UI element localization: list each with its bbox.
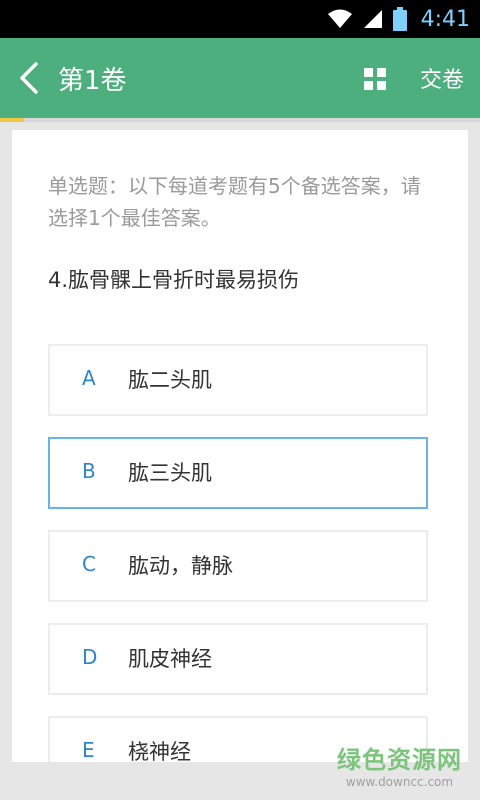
option-letter: B bbox=[82, 459, 96, 483]
question-card: 单选题：以下每道考题有5个备选答案，请选择1个最佳答案。 4.肱骨髁上骨折时最易… bbox=[12, 130, 468, 762]
option-b[interactable]: B 肱三头肌 bbox=[48, 437, 428, 509]
option-d[interactable]: D 肌皮神经 bbox=[48, 623, 428, 695]
watermark-main: 绿色资源网 bbox=[337, 746, 462, 774]
status-icons: 4:41 bbox=[327, 0, 470, 38]
grid-button[interactable] bbox=[362, 66, 388, 92]
option-text: 肱三头肌 bbox=[128, 461, 212, 485]
option-letter: D bbox=[82, 645, 98, 669]
app-bar: 第1卷 交卷 bbox=[0, 38, 480, 118]
grid-icon bbox=[364, 68, 386, 90]
option-letter: E bbox=[82, 738, 95, 762]
option-text: 肌皮神经 bbox=[128, 647, 212, 671]
watermark: 绿色资源网 www.downcc.com bbox=[337, 740, 462, 789]
instruction-text: 单选题：以下每道考题有5个备选答案，请选择1个最佳答案。 bbox=[48, 174, 421, 230]
watermark-sub: www.downcc.com bbox=[345, 775, 454, 789]
page-title: 第1卷 bbox=[58, 66, 127, 96]
option-letter: C bbox=[82, 552, 96, 576]
question-text: 4.肱骨髁上骨折时最易损伤 bbox=[48, 268, 300, 292]
submit-button[interactable]: 交卷 bbox=[420, 62, 464, 94]
option-text: 桡神经 bbox=[128, 740, 191, 762]
battery-icon bbox=[392, 7, 407, 31]
option-c[interactable]: C 肱动，静脉 bbox=[48, 530, 428, 602]
wifi-icon bbox=[327, 9, 352, 28]
back-arrow-icon bbox=[20, 62, 38, 94]
option-text: 肱动，静脉 bbox=[128, 554, 233, 578]
progress-fill bbox=[0, 118, 24, 122]
progress-track bbox=[0, 118, 480, 122]
signal-icon bbox=[363, 10, 382, 28]
back-button[interactable] bbox=[12, 56, 52, 100]
option-letter: A bbox=[82, 366, 96, 390]
option-text: 肱二头肌 bbox=[128, 368, 212, 392]
status-bar: 4:41 bbox=[0, 0, 480, 38]
status-time: 4:41 bbox=[420, 6, 470, 32]
option-a[interactable]: A 肱二头肌 bbox=[48, 344, 428, 416]
